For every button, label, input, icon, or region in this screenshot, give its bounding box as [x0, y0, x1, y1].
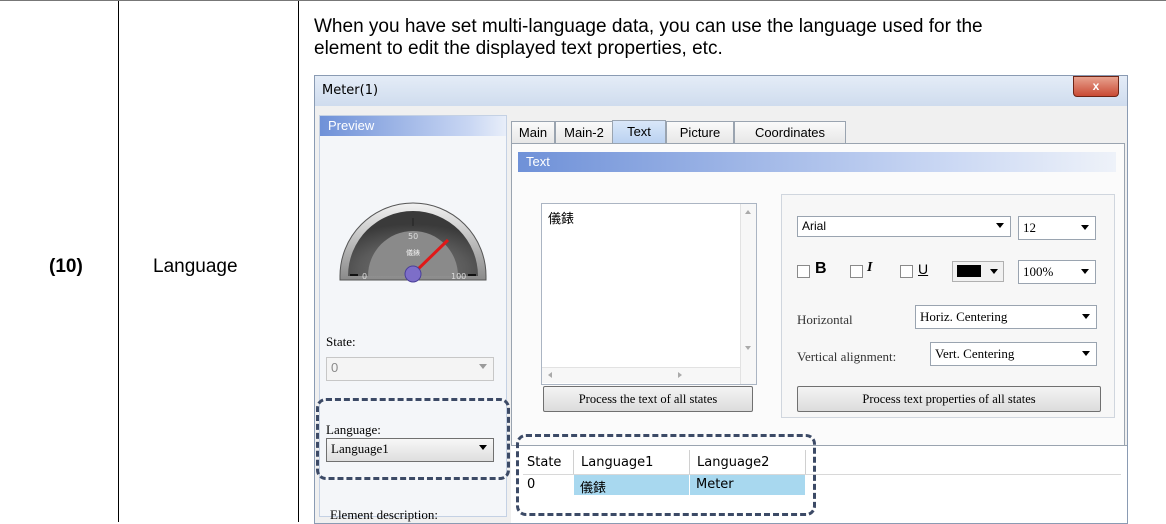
meter-gauge-preview: 50 儀錶 0 100: [339, 202, 487, 283]
gauge-label-100: 100: [451, 272, 466, 281]
gauge-hub: [404, 265, 422, 283]
dialog-titlebar: Meter(1) x: [315, 76, 1127, 106]
gauge-label-50: 50: [408, 232, 418, 241]
chevron-down-icon: [479, 364, 487, 369]
chevron-down-icon: [1082, 314, 1090, 319]
chevron-down-icon: [1082, 351, 1090, 356]
table-border-top: [0, 0, 1166, 1]
text-color-picker[interactable]: [952, 261, 1004, 282]
dialog-title: Meter(1): [322, 83, 379, 98]
row-description-line1: When you have set multi-language data, y…: [314, 16, 983, 37]
vertical-alignment-label: Vertical alignment:: [797, 349, 897, 364]
horizontal-label: Horizontal: [797, 312, 853, 327]
italic-label: I: [867, 260, 873, 275]
scroll-down-icon[interactable]: [745, 346, 751, 350]
tab-coordinates[interactable]: Coordinates: [734, 121, 846, 144]
underline-checkbox[interactable]: [900, 265, 913, 278]
preview-header: Preview: [320, 116, 506, 136]
tab-main-2[interactable]: Main-2: [555, 121, 613, 144]
gauge-label-unit: 儀錶: [406, 248, 420, 257]
row-number: (10): [49, 256, 83, 277]
underline-label: U: [918, 261, 929, 277]
color-swatch: [957, 265, 981, 277]
table-border-mid: [298, 0, 299, 522]
horizontal-scrollbar[interactable]: [542, 367, 740, 383]
chevron-down-icon: [990, 269, 998, 274]
bold-label: B: [815, 260, 827, 277]
scroll-up-icon[interactable]: [745, 210, 751, 214]
table-border-left: [118, 0, 119, 522]
state-select[interactable]: 0: [326, 357, 494, 381]
scroll-right-icon[interactable]: [678, 372, 682, 378]
gauge-label-0: 0: [362, 272, 367, 281]
chevron-down-icon: [1081, 225, 1089, 230]
text-group-header: Text: [518, 152, 1116, 172]
font-select[interactable]: Arial: [797, 216, 1011, 237]
font-size-select[interactable]: 12: [1018, 216, 1096, 240]
scroll-left-icon[interactable]: [548, 372, 552, 378]
state-label: State:: [326, 334, 356, 349]
process-text-properties-button[interactable]: Process text properties of all states: [797, 386, 1101, 412]
tab-text[interactable]: Text: [612, 120, 666, 145]
text-content-input[interactable]: 儀錶: [541, 203, 757, 385]
tab-picture[interactable]: Picture: [666, 121, 734, 144]
row-description-line2: element to edit the displayed text prope…: [314, 38, 723, 59]
chevron-down-icon: [996, 223, 1004, 228]
scale-select[interactable]: 100%: [1018, 260, 1096, 284]
row-term: Language: [153, 256, 238, 277]
language-table-highlight: [516, 434, 816, 516]
chevron-down-icon: [1081, 269, 1089, 274]
element-description-label: Element description:: [330, 507, 438, 522]
bold-checkbox[interactable]: [797, 265, 810, 278]
vertical-alignment-select[interactable]: Vert. Centering: [930, 342, 1097, 366]
horizontal-alignment-select[interactable]: Horiz. Centering: [915, 305, 1097, 329]
close-icon: x: [1092, 79, 1100, 93]
italic-checkbox[interactable]: [850, 265, 863, 278]
close-button[interactable]: x: [1073, 76, 1119, 97]
tab-main[interactable]: Main: [511, 121, 555, 144]
language-select-highlight: [316, 398, 510, 480]
vertical-scrollbar[interactable]: [740, 204, 756, 384]
process-text-button[interactable]: Process the text of all states: [543, 386, 753, 412]
